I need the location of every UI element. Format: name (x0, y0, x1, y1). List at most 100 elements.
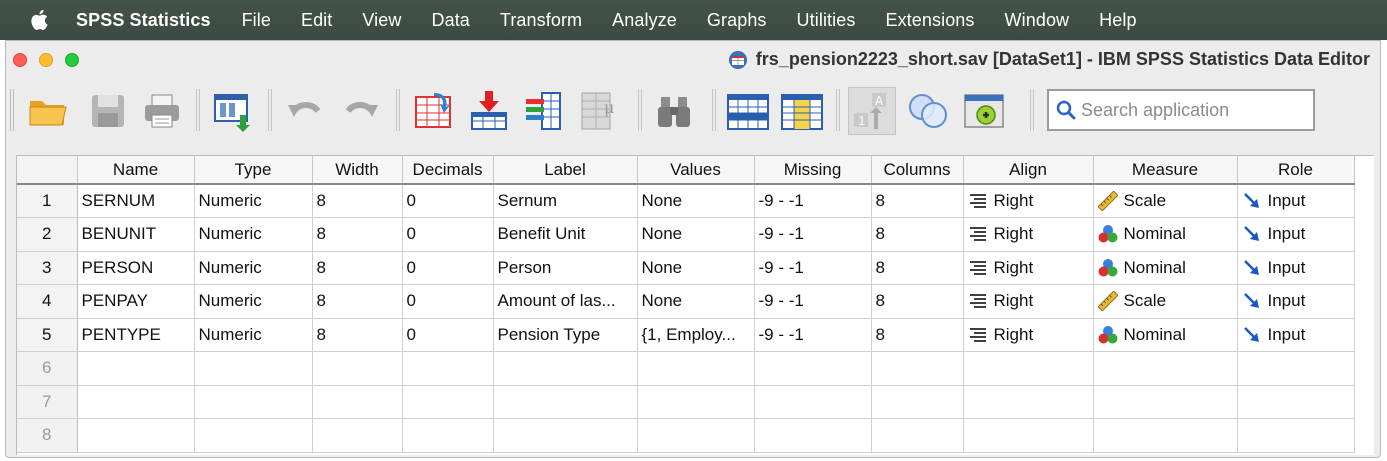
empty-cell[interactable] (754, 418, 872, 453)
column-header-values[interactable]: Values (637, 156, 755, 185)
empty-cell[interactable] (77, 351, 195, 386)
cell-width[interactable]: 8 (312, 251, 403, 285)
empty-cell[interactable] (963, 418, 1094, 453)
column-header-type[interactable]: Type (194, 156, 313, 185)
empty-cell[interactable] (637, 418, 755, 453)
empty-cell[interactable] (963, 385, 1094, 419)
cell-name[interactable]: PENTYPE (77, 318, 195, 352)
empty-cell[interactable] (402, 351, 494, 386)
redo-icon[interactable] (336, 87, 384, 135)
empty-cell[interactable] (871, 351, 964, 386)
apple-icon[interactable] (28, 9, 50, 31)
empty-cell[interactable] (194, 418, 313, 453)
empty-cell[interactable] (871, 418, 964, 453)
cell-label[interactable]: Amount of las... (493, 284, 638, 319)
menu-transform[interactable]: Transform (500, 10, 582, 31)
cell-columns[interactable]: 8 (871, 284, 964, 319)
cell-type[interactable]: Numeric (194, 217, 313, 252)
cell-role[interactable]: Input (1237, 284, 1355, 319)
toolbar-grip[interactable] (10, 89, 14, 131)
empty-cell[interactable] (1093, 418, 1238, 453)
empty-cell[interactable] (754, 385, 872, 419)
cell-width[interactable]: 8 (312, 284, 403, 319)
open-folder-icon[interactable] (24, 87, 72, 135)
zoom-window-button[interactable] (65, 53, 79, 67)
insert-variable-icon[interactable] (778, 87, 826, 135)
cell-label[interactable]: Benefit Unit (493, 217, 638, 252)
cell-decimals[interactable]: 0 (402, 284, 494, 319)
cell-align[interactable]: Right (963, 251, 1094, 285)
column-header-width[interactable]: Width (312, 156, 403, 185)
cell-label[interactable]: Sernum (493, 184, 638, 218)
cell-measure[interactable]: Scale (1093, 184, 1238, 218)
close-window-button[interactable] (13, 53, 27, 67)
cell-decimals[interactable]: 0 (402, 318, 494, 352)
cell-role[interactable]: Input (1237, 217, 1355, 252)
go-to-variable-icon[interactable] (466, 87, 514, 135)
empty-cell[interactable] (77, 418, 195, 453)
search-application-input[interactable] (1081, 99, 1301, 121)
row-number[interactable]: 5 (17, 318, 78, 352)
cell-align[interactable]: Right (963, 184, 1094, 218)
column-header-align[interactable]: Align (963, 156, 1094, 185)
empty-cell[interactable] (402, 418, 494, 453)
menu-analyze[interactable]: Analyze (612, 10, 677, 31)
empty-cell[interactable] (194, 351, 313, 386)
cell-values[interactable]: None (637, 217, 755, 252)
cell-role[interactable]: Input (1237, 318, 1355, 352)
column-header-missing[interactable]: Missing (754, 156, 872, 185)
cell-name[interactable]: BENUNIT (77, 217, 195, 252)
empty-cell[interactable] (1237, 418, 1355, 453)
row-number[interactable]: 2 (17, 217, 78, 252)
table-corner-cell[interactable] (17, 156, 78, 185)
cell-align[interactable]: Right (963, 284, 1094, 319)
cell-measure[interactable]: Nominal (1093, 251, 1238, 285)
cell-align[interactable]: Right (963, 217, 1094, 252)
column-header-name[interactable]: Name (77, 156, 195, 185)
minimize-window-button[interactable] (39, 53, 53, 67)
cell-values[interactable]: {1, Employ... (637, 318, 755, 352)
cell-type[interactable]: Numeric (194, 251, 313, 285)
binoculars-icon[interactable] (650, 87, 698, 135)
variable-sets-icon[interactable]: μ (576, 87, 624, 135)
menu-help[interactable]: Help (1099, 10, 1136, 31)
value-labels-icon[interactable]: A1 (848, 87, 896, 135)
menu-extensions[interactable]: Extensions (885, 10, 974, 31)
cell-name[interactable]: PENPAY (77, 284, 195, 319)
cell-type[interactable]: Numeric (194, 284, 313, 319)
save-icon[interactable] (84, 87, 132, 135)
column-header-role[interactable]: Role (1237, 156, 1355, 185)
cell-type[interactable]: Numeric (194, 184, 313, 218)
cell-width[interactable]: 8 (312, 184, 403, 218)
cell-role[interactable]: Input (1237, 184, 1355, 218)
empty-cell[interactable] (493, 418, 638, 453)
cell-measure[interactable]: Nominal (1093, 217, 1238, 252)
empty-cell[interactable] (1093, 385, 1238, 419)
cell-decimals[interactable]: 0 (402, 217, 494, 252)
empty-cell[interactable] (754, 351, 872, 386)
empty-cell[interactable] (963, 351, 1094, 386)
cell-missing[interactable]: -9 - -1 (754, 284, 872, 319)
row-number[interactable]: 1 (17, 184, 78, 218)
variables-icon[interactable] (520, 87, 568, 135)
cell-missing[interactable]: -9 - -1 (754, 184, 872, 218)
empty-cell[interactable] (1093, 351, 1238, 386)
cell-measure[interactable]: Nominal (1093, 318, 1238, 352)
cell-columns[interactable]: 8 (871, 217, 964, 252)
cell-missing[interactable]: -9 - -1 (754, 318, 872, 352)
row-number[interactable]: 8 (17, 418, 78, 453)
column-header-columns[interactable]: Columns (871, 156, 964, 185)
insert-cases-icon[interactable] (724, 87, 772, 135)
row-number[interactable]: 6 (17, 351, 78, 386)
cell-columns[interactable]: 8 (871, 251, 964, 285)
empty-cell[interactable] (637, 385, 755, 419)
empty-cell[interactable] (402, 385, 494, 419)
cell-values[interactable]: None (637, 184, 755, 218)
search-application-box[interactable] (1047, 89, 1315, 131)
empty-cell[interactable] (194, 385, 313, 419)
cell-name[interactable]: SERNUM (77, 184, 195, 218)
cell-values[interactable]: None (637, 284, 755, 319)
go-to-case-icon[interactable] (410, 87, 458, 135)
cell-name[interactable]: PERSON (77, 251, 195, 285)
row-number[interactable]: 4 (17, 284, 78, 319)
